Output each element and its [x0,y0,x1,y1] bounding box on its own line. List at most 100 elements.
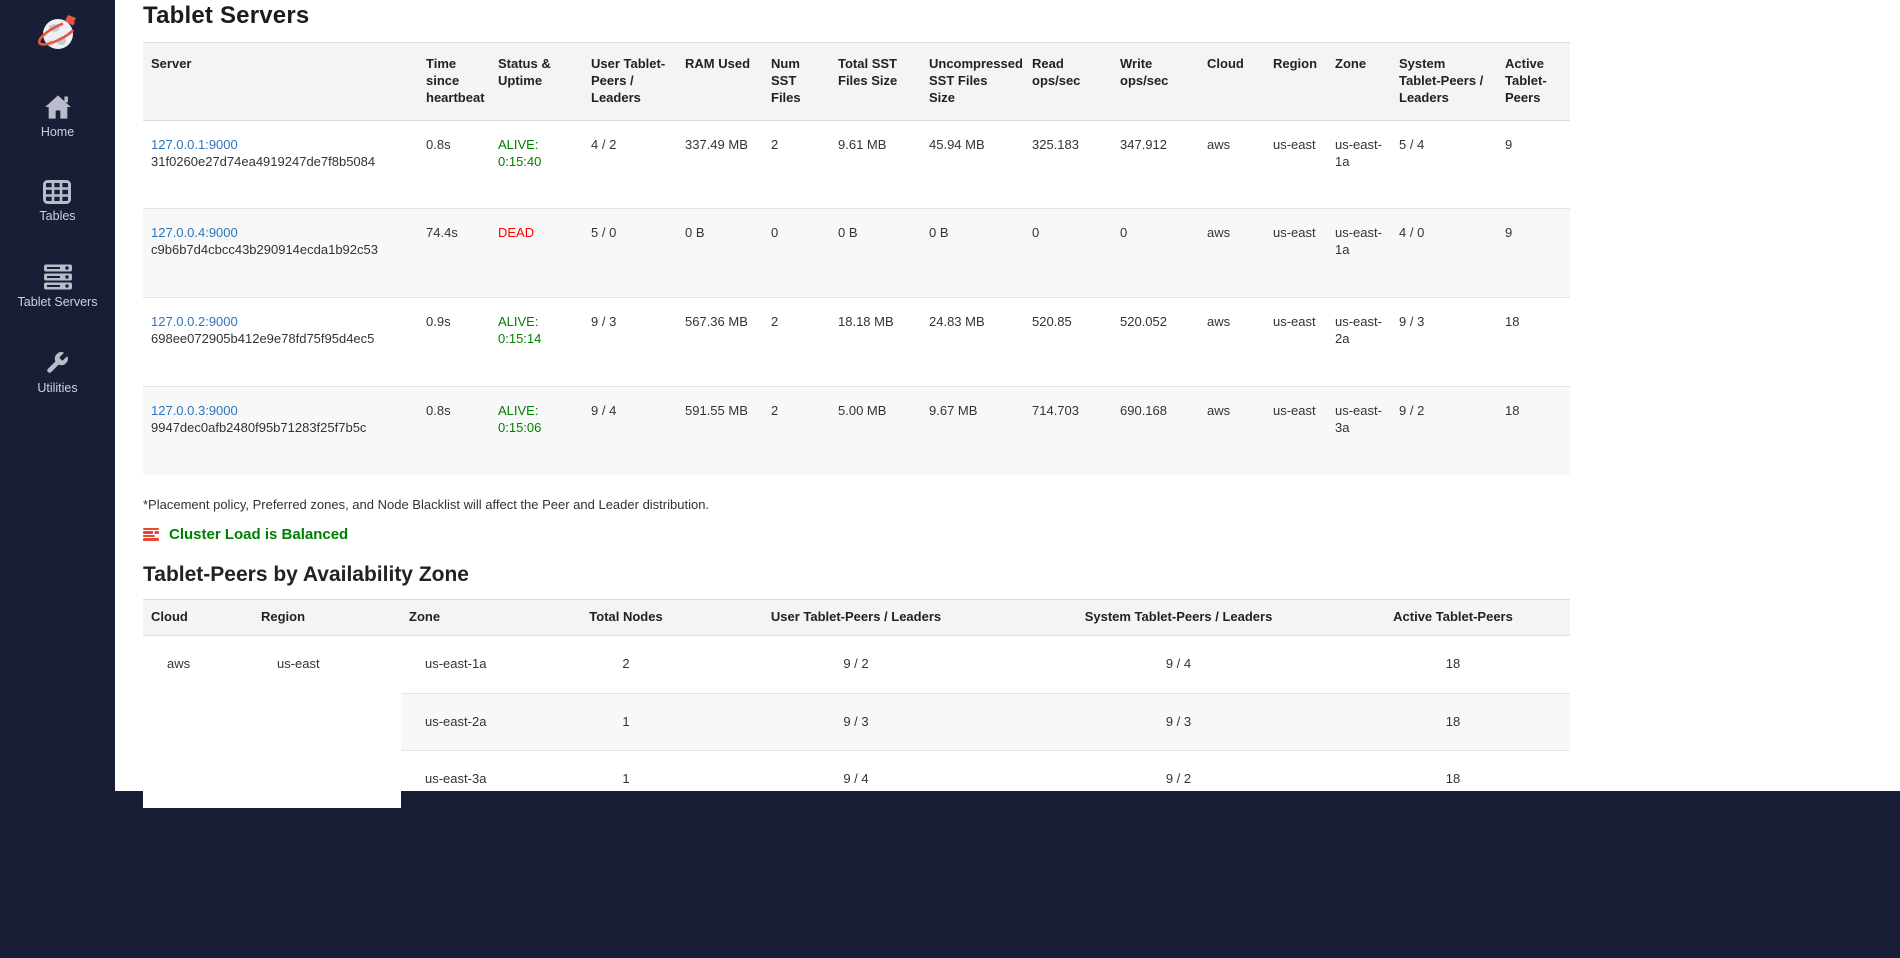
col-header-num-sst: Num SST Files [763,43,830,121]
uncompressed-sst-cell: 45.94 MB [921,120,1024,209]
write-ops-cell: 0 [1112,209,1199,298]
server-link[interactable]: 127.0.0.2:9000 [151,314,238,329]
col-header-user-peers: User Tablet-Peers / Leaders [583,43,677,121]
read-ops-cell: 0 [1024,209,1112,298]
cloud-cell: aws [143,635,253,808]
write-ops-cell: 520.052 [1112,298,1199,387]
heartbeat-cell: 74.4s [418,209,490,298]
col-header-zone: Zone [1327,43,1391,121]
server-link[interactable]: 127.0.0.4:9000 [151,225,238,240]
active-peers-cell: 18 [1497,387,1570,475]
tablet-peers-by-az-table: Cloud Region Zone Total Nodes User Table… [143,599,1570,809]
region-cell: us-east [1265,298,1327,387]
zone-cell: us-east-1a [1327,209,1391,298]
status-label: ALIVE: [498,403,575,420]
col-header-server: Server [143,43,418,121]
user-peers-cell: 4 / 2 [583,120,677,209]
table-row-server-3: 127.0.0.2:9000 698ee072905b412e9e78fd75f… [143,298,1570,387]
heartbeat-cell: 0.8s [418,387,490,475]
load-balance-icon [143,528,159,541]
num-sst-cell: 2 [763,120,830,209]
col-header-uncompressed-sst: Uncompressed SST Files Size [921,43,1024,121]
system-peers-cell: 9 / 2 [1021,751,1336,808]
col-header-sst-size: Total SST Files Size [830,43,921,121]
uptime-label: 0:15:14 [498,331,575,348]
region-cell: us-east [1265,209,1327,298]
ram-cell: 567.36 MB [677,298,763,387]
sidebar-item-tables[interactable]: Tables [39,180,75,223]
uptime-label: 0:15:06 [498,420,575,437]
read-ops-cell: 520.85 [1024,298,1112,387]
user-peers-cell: 5 / 0 [583,209,677,298]
col-header-active-peers: Active Tablet-Peers [1336,599,1570,635]
system-peers-cell: 5 / 4 [1391,120,1497,209]
zone-cell: us-east-3a [401,751,561,808]
system-peers-cell: 9 / 3 [1021,693,1336,751]
cloud-cell: aws [1199,209,1265,298]
active-peers-cell: 9 [1497,120,1570,209]
num-sst-cell: 2 [763,298,830,387]
col-header-region: Region [253,599,401,635]
tablet-servers-icon [43,264,73,290]
col-header-read-ops: Read ops/sec [1024,43,1112,121]
placement-policy-footnote: *Placement policy, Preferred zones, and … [143,497,1900,512]
col-header-write-ops: Write ops/sec [1112,43,1199,121]
status-label: ALIVE: [498,314,575,331]
num-sst-cell: 2 [763,387,830,475]
total-nodes-cell: 1 [561,693,691,751]
sidebar-item-home[interactable]: Home [41,94,74,139]
yugabytedb-logo-icon[interactable] [35,10,81,56]
zone-cell: us-east-1a [401,635,561,693]
system-peers-cell: 4 / 0 [1391,209,1497,298]
col-header-active-peers: Active Tablet-Peers [1497,43,1570,121]
heartbeat-cell: 0.9s [418,298,490,387]
server-uuid: c9b6b7d4cbcc43b290914ecda1b92c53 [151,242,410,259]
col-header-system-peers: System Tablet-Peers / Leaders [1391,43,1497,121]
col-header-ram: RAM Used [677,43,763,121]
write-ops-cell: 347.912 [1112,120,1199,209]
col-header-region: Region [1265,43,1327,121]
sst-size-cell: 9.61 MB [830,120,921,209]
read-ops-cell: 325.183 [1024,120,1112,209]
server-uuid: 31f0260e27d74ea4919247de7f8b5084 [151,154,410,171]
ram-cell: 337.49 MB [677,120,763,209]
sst-size-cell: 0 B [830,209,921,298]
sidebar-item-tablet-servers[interactable]: Tablet Servers [18,264,98,309]
active-peers-cell: 18 [1336,751,1570,808]
region-cell: us-east [253,635,401,808]
user-peers-cell: 9 / 3 [583,298,677,387]
header-row: Cloud Region Zone Total Nodes User Table… [143,599,1570,635]
sidebar-item-label: Tablet Servers [18,295,98,309]
server-uuid: 698ee072905b412e9e78fd75f95d4ec5 [151,331,410,348]
table-row-server-2: 127.0.0.4:9000 c9b6b7d4cbcc43b290914ecda… [143,209,1570,298]
col-header-system-peers: System Tablet-Peers / Leaders [1021,599,1336,635]
cloud-cell: aws [1199,298,1265,387]
ram-cell: 0 B [677,209,763,298]
system-peers-cell: 9 / 2 [1391,387,1497,475]
read-ops-cell: 714.703 [1024,387,1112,475]
server-cell: 127.0.0.1:9000 31f0260e27d74ea4919247de7… [143,120,418,209]
uncompressed-sst-cell: 0 B [921,209,1024,298]
active-peers-cell: 18 [1497,298,1570,387]
zone-cell: us-east-2a [1327,298,1391,387]
server-link[interactable]: 127.0.0.1:9000 [151,137,238,152]
page-title: Tablet Servers [143,2,1900,30]
sidebar-item-utilities[interactable]: Utilities [37,350,77,395]
server-link[interactable]: 127.0.0.3:9000 [151,403,238,418]
col-header-cloud: Cloud [143,599,253,635]
num-sst-cell: 0 [763,209,830,298]
zone-cell: us-east-3a [1327,387,1391,475]
tablet-servers-table: Server Time since heartbeat Status & Upt… [143,42,1570,475]
table-row-server-4: 127.0.0.3:9000 9947dec0afb2480f95b71283f… [143,387,1570,475]
total-nodes-cell: 2 [561,635,691,693]
wrench-icon [44,350,70,376]
status-cell: ALIVE: 0:15:40 [490,120,583,209]
sst-size-cell: 5.00 MB [830,387,921,475]
az-section-title: Tablet-Peers by Availability Zone [143,563,1900,587]
table-row-az-1: aws us-east us-east-1a 2 9 / 2 9 / 4 18 [143,635,1570,693]
user-peers-cell: 9 / 4 [691,751,1021,808]
sidebar-item-label: Utilities [37,381,77,395]
sst-size-cell: 18.18 MB [830,298,921,387]
sidebar-nav: Home Tables [18,94,98,395]
sidebar-item-label: Home [41,125,74,139]
